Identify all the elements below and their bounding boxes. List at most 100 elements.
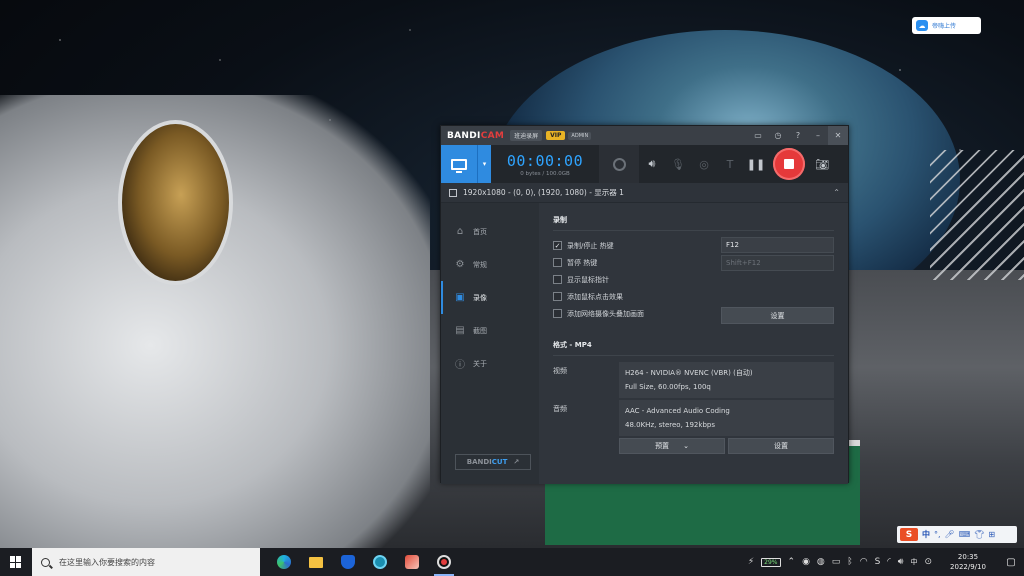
- camera-icon[interactable]: 📷︎: [809, 145, 835, 183]
- gear-icon: ⚙: [455, 259, 465, 270]
- video-codec: H264 - NVIDIA® NVENC (VBR) (自动): [625, 369, 753, 377]
- chevron-down-icon: ⌄: [683, 442, 689, 450]
- capture-area-bar[interactable]: 1920x1080 - (0, 0), (1920, 1080) - 显示器 1…: [441, 183, 848, 203]
- sidebar-item-video[interactable]: ▣ 录像: [441, 281, 539, 314]
- record-hotkey-field[interactable]: F12: [721, 237, 834, 253]
- close-icon[interactable]: ✕: [828, 126, 848, 145]
- bandicut-logo: BANDICUT: [466, 458, 508, 466]
- system-tray: ⚡ 29% ⌃ ◉ ◍ ▭ ᛒ ◠ S ◜ 🔊︎ 中 ⊙ 20:35 2022/…: [748, 552, 1024, 572]
- folder-icon[interactable]: ▭: [748, 126, 768, 145]
- option-pause-hotkey[interactable]: 暂停 热键: [553, 254, 721, 271]
- audio-quality: 48.0KHz, stereo, 192kbps: [625, 421, 715, 429]
- notification-icon[interactable]: ▢: [1004, 557, 1018, 568]
- text-overlay-icon[interactable]: T: [717, 145, 743, 183]
- help-icon[interactable]: ?: [788, 126, 808, 145]
- screen-mode-button[interactable]: ▾: [441, 145, 491, 183]
- antivirus-tray-icon[interactable]: ◍: [817, 557, 825, 567]
- pause-hotkey-field[interactable]: Shift+F12: [721, 255, 834, 271]
- wifi-icon[interactable]: ◜: [887, 557, 891, 567]
- monitor-icon: [451, 158, 467, 173]
- webcam-button[interactable]: [599, 145, 639, 183]
- checkbox-webcam-overlay[interactable]: [553, 309, 562, 318]
- punctuation-toggle[interactable]: °,: [934, 530, 941, 539]
- video-quality: Full Size, 60.00fps, 100q: [625, 383, 711, 391]
- bandicam-logo: BANDICAM: [447, 130, 505, 141]
- bluetooth-tray-icon[interactable]: ᛒ: [847, 557, 852, 567]
- taskbar-edge[interactable]: [268, 548, 300, 576]
- bandicam-tray-icon[interactable]: ◉: [802, 557, 810, 567]
- power-plug-icon[interactable]: ⚡: [748, 557, 754, 567]
- folder-icon: [309, 556, 323, 568]
- webcam-settings-button[interactable]: 设置: [721, 307, 834, 324]
- option-show-cursor[interactable]: 显示鼠标指针: [553, 271, 721, 288]
- video-settings-panel: 录制 ✓ 录制/停止 热键 暂停 热键 显示鼠标指针 添加鼠标点击效果 添加网络…: [539, 203, 848, 484]
- chevron-up-icon[interactable]: ⌃: [788, 557, 796, 567]
- chevron-up-icon[interactable]: ⌃: [833, 188, 840, 197]
- app-circle-icon: [373, 555, 387, 569]
- shirt-icon[interactable]: 👕︎: [974, 530, 984, 539]
- taskbar-clock[interactable]: 20:35 2022/9/10: [939, 552, 997, 572]
- battery-indicator[interactable]: 29%: [761, 557, 781, 567]
- speaker-icon[interactable]: 🔊︎: [639, 145, 665, 183]
- sidebar-item-general[interactable]: ⚙ 常规: [441, 248, 539, 281]
- capture-info: 1920x1080 - (0, 0), (1920, 1080) - 显示器 1: [463, 188, 624, 197]
- minimize-icon[interactable]: –: [808, 126, 828, 145]
- ime-indicator[interactable]: 中: [910, 557, 917, 567]
- ime-language[interactable]: 中: [922, 529, 930, 540]
- edge-icon: [277, 555, 291, 569]
- taskbar-security[interactable]: [332, 548, 364, 576]
- sogou-logo-icon[interactable]: S: [900, 528, 918, 541]
- pause-icon[interactable]: ❚❚: [743, 145, 769, 183]
- taskbar-apps: [268, 548, 460, 576]
- checkbox-click-effect[interactable]: [553, 292, 562, 301]
- clock-time: 20:35: [957, 553, 979, 561]
- record-icon: [437, 555, 451, 569]
- option-record-hotkey[interactable]: ✓ 录制/停止 热键: [553, 237, 721, 254]
- start-button[interactable]: [0, 548, 32, 576]
- sidebar-item-home[interactable]: ⌂ 首页: [441, 215, 539, 248]
- mic-icon[interactable]: 🎤︎: [945, 530, 955, 539]
- info-icon: ⓘ: [455, 360, 465, 371]
- bandicut-button[interactable]: BANDICUT ↗: [455, 454, 531, 470]
- checkbox-show-cursor[interactable]: [553, 275, 562, 284]
- format-section-title: 格式 - MP4: [553, 340, 834, 356]
- taskbar-app-circle[interactable]: [364, 548, 396, 576]
- taskbar-photos[interactable]: [396, 548, 428, 576]
- chevron-down-icon[interactable]: ▾: [477, 145, 491, 183]
- home-icon: ⌂: [456, 226, 464, 237]
- preset-button[interactable]: 预置 ⌄: [619, 438, 725, 454]
- format-settings-button[interactable]: 设置: [728, 438, 834, 454]
- video-icon: ▣: [455, 292, 465, 303]
- stop-record-button[interactable]: [773, 148, 805, 180]
- network-tray-icon[interactable]: ◠: [860, 557, 868, 567]
- grid-icon[interactable]: ⊞: [988, 530, 995, 539]
- taskbar-explorer[interactable]: [300, 548, 332, 576]
- ime-mode-icon[interactable]: ⊙: [924, 557, 932, 567]
- audio-codec: AAC - Advanced Audio Coding: [625, 407, 730, 415]
- main-toolbar: ▾ 00:00:00 0 bytes / 100.0GB 🔊︎ 🎙︎ ◎ T ❚…: [441, 145, 848, 183]
- taskbar-search[interactable]: 在这里输入你要搜索的内容: [32, 548, 260, 576]
- taskbar: 在这里输入你要搜索的内容 ⚡ 29% ⌃ ◉ ◍ ▭ ᛒ ◠ S ◜ 🔊︎ 中 …: [0, 548, 1024, 576]
- checkbox-record-hotkey[interactable]: ✓: [553, 241, 562, 250]
- option-webcam-overlay[interactable]: 添加网络摄像头叠加画面: [553, 305, 721, 322]
- option-click-effect[interactable]: 添加鼠标点击效果: [553, 288, 721, 305]
- file-size: 0 bytes / 100.0GB: [520, 170, 570, 177]
- taskbar-bandicam[interactable]: [428, 548, 460, 576]
- title-bar[interactable]: BANDICAM 班迪录屏 VIP ADMIN ▭ ◷ ? – ✕: [441, 126, 848, 145]
- mouse-cursor-icon[interactable]: ◎: [691, 145, 717, 183]
- record-section-title: 录制: [553, 215, 834, 231]
- clock-icon[interactable]: ◷: [768, 126, 788, 145]
- cloud-upload-badge[interactable]: ☁ 帝嗨上传: [912, 17, 981, 34]
- ime-toolbar[interactable]: S 中 °, 🎤︎ ⌨ 👕︎ ⊞: [897, 526, 1017, 543]
- display-tray-icon[interactable]: ▭: [832, 557, 841, 567]
- record-timer: 00:00:00: [506, 151, 584, 170]
- sidebar-item-about[interactable]: ⓘ 关于: [441, 347, 539, 380]
- volume-icon[interactable]: 🔊︎: [898, 557, 904, 567]
- microphone-icon[interactable]: 🎙︎: [665, 145, 691, 183]
- sidebar-item-image[interactable]: ▤ 截图: [441, 314, 539, 347]
- checkbox-pause-hotkey[interactable]: [553, 258, 562, 267]
- capture-area-icon: [449, 188, 457, 197]
- sogou-tray-icon[interactable]: S: [875, 557, 881, 567]
- keyboard-icon[interactable]: ⌨: [959, 530, 971, 539]
- mode-label: 班迪录屏: [510, 130, 543, 141]
